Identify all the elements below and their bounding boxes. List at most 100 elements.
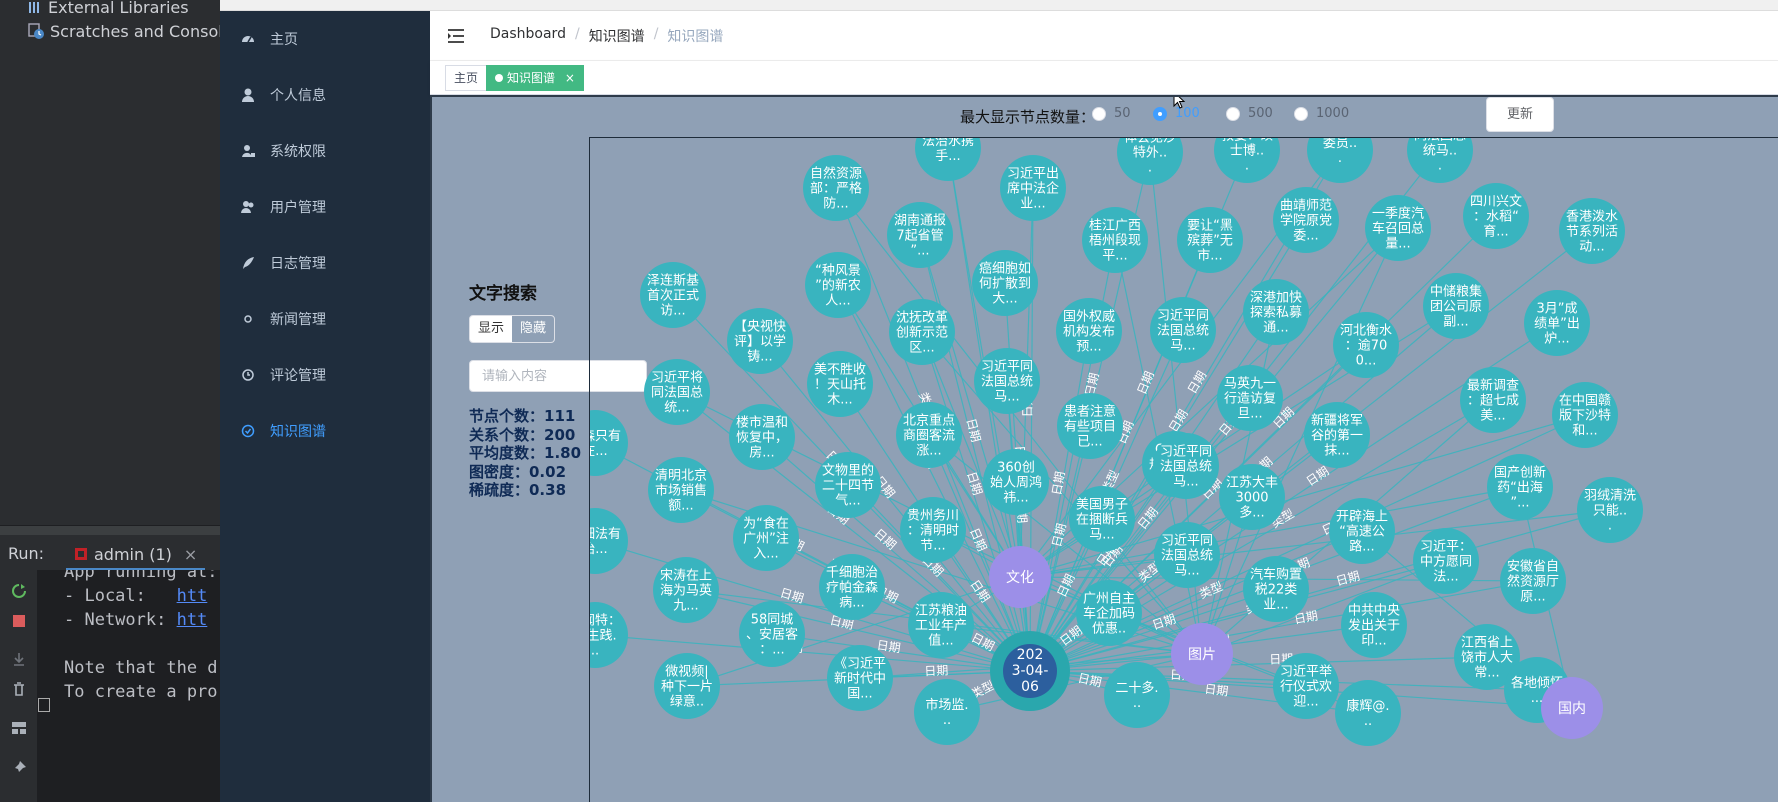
graph-node[interactable]: 习近平举行仪式欢迎... — [1273, 653, 1339, 719]
graph-node[interactable]: 习近平同法国总统马... — [1150, 297, 1216, 363]
hide-button[interactable]: 隐藏 — [512, 316, 555, 342]
graph-node[interactable]: 江苏大丰3000多... — [1219, 464, 1285, 530]
graph-node[interactable]: 文物里的二十四节气... — [815, 452, 881, 518]
graph-node[interactable]: 泽连斯基首次正式访... — [640, 262, 706, 328]
tag-home[interactable]: 主页 — [445, 65, 488, 91]
graph-node[interactable]: 江苏粮油工业年产值... — [908, 592, 974, 658]
center-date-node[interactable]: 2023-04-06 — [1003, 644, 1057, 698]
graph-node[interactable]: 沈抚改革创新示范区... — [889, 299, 955, 365]
graph-node[interactable]: 同法国总统马... — [1407, 138, 1473, 183]
graph-node[interactable]: 香港泼水节系列活动... — [1559, 198, 1625, 264]
graph-node[interactable]: 广州自主车企加码优惠.. — [1076, 580, 1142, 646]
graph-node[interactable]: 楼市温和恢复中，房... — [729, 404, 795, 470]
graph-node[interactable]: 习近平：中方愿同法... — [1413, 528, 1479, 594]
radio-500[interactable]: 500 — [1226, 106, 1273, 121]
knowledge-graph-canvas[interactable]: 日期日期日期日期日期类型日期日期日期日期日期类型日期日期日期日期日期类型日期日期… — [589, 137, 1778, 802]
graph-node[interactable]: 微视频|种下一片绿意.. — [654, 653, 720, 719]
graph-node[interactable]: 深港加快探索私募通... — [1243, 279, 1309, 345]
graph-node[interactable]: 习近平同法国总统马... — [974, 348, 1040, 414]
tree-item-external-libraries[interactable]: External Libraries — [28, 0, 189, 18]
graph-node[interactable]: 新疆将军谷的第一抹... — [1304, 402, 1370, 468]
graph-node[interactable]: 3月”成绩单”出炉... — [1524, 290, 1590, 356]
graph-node[interactable]: 国外权威机构发布预... — [1056, 298, 1122, 364]
graph-node[interactable]: 58同城、安居客：... — [739, 601, 805, 667]
graph-node[interactable]: 习近平将同法国总统... — [644, 359, 710, 425]
run-tab-admin[interactable]: admin (1) × — [66, 540, 206, 570]
graph-node[interactable]: 清明北京市场销售额... — [648, 457, 714, 523]
tag-knowledge-graph[interactable]: 知识图谱 × — [486, 65, 584, 91]
graph-node[interactable]: 最新调查：超七成美... — [1460, 367, 1526, 433]
graph-node[interactable]: 患者注意有些项目已... — [1057, 393, 1123, 459]
sidebar-item-news[interactable]: 新闻管理 — [220, 291, 430, 347]
graph-node[interactable]: 千细胞治疗帕金森病... — [819, 554, 885, 620]
sidebar-item-profile[interactable]: 个人信息 — [220, 67, 430, 123]
trash-icon[interactable] — [11, 681, 27, 697]
graph-node[interactable]: 体会见沙特外... — [1117, 138, 1183, 185]
layout-icon[interactable] — [11, 720, 27, 736]
graph-node[interactable]: 二十多... — [1104, 662, 1170, 728]
stop-icon[interactable] — [11, 613, 27, 629]
tree-item-scratches[interactable]: Scratches and Consoles — [28, 20, 241, 42]
graph-node[interactable]: 国产创新药“出海”... — [1487, 454, 1553, 520]
graph-node[interactable]: 中储粮集团公司原副... — [1423, 273, 1489, 339]
show-button[interactable]: 显示 — [470, 316, 512, 342]
graph-node[interactable]: 市场监... — [914, 679, 980, 745]
graph-node[interactable]: 美不胜收！天山托木... — [807, 351, 873, 417]
graph-node[interactable]: 《习近平新时代中国... — [827, 645, 893, 711]
graph-node[interactable]: 习近平出席中法企业... — [1000, 155, 1066, 221]
graph-node[interactable]: 马英九一行造访复旦... — [1217, 365, 1283, 431]
graph-node[interactable]: 法治水携手... — [915, 138, 981, 181]
graph-node[interactable]: 一季度汽车召回总量... — [1365, 195, 1431, 261]
radio-1000[interactable]: 1000 — [1294, 106, 1349, 121]
hamburger-icon[interactable] — [447, 28, 465, 44]
graph-node[interactable]: 湖南通报7起省管”... — [887, 202, 953, 268]
graph-node[interactable]: 360创始人周鸿祎... — [983, 449, 1049, 515]
graph-node[interactable]: 习近平同法国总统马... — [1154, 522, 1220, 588]
graph-node[interactable]: 在中国赣版下沙特和... — [1552, 382, 1618, 448]
graph-node[interactable]: 委员... — [1307, 138, 1373, 183]
graph-node[interactable]: 新闻特：用生践... — [590, 602, 628, 668]
tag-close-icon[interactable]: × — [565, 71, 575, 85]
graph-node[interactable]: 型细法有治... — [590, 508, 628, 574]
graph-node[interactable]: 【央视快评】以学铸... — [727, 308, 793, 374]
graph-node[interactable]: 桂江广西梧州段现平... — [1082, 207, 1148, 273]
graph-node[interactable]: 河北衡水：逾700... — [1333, 312, 1399, 378]
breadcrumb-dashboard[interactable]: Dashboard — [490, 26, 566, 46]
scroll-to-end-icon[interactable] — [11, 651, 27, 667]
graph-hub-node[interactable]: 图片 — [1171, 623, 1233, 685]
graph-node[interactable]: 宋涛在上海为马英九... — [653, 557, 719, 623]
sidebar-item-users[interactable]: 用户管理 — [220, 179, 430, 235]
update-button[interactable]: 更新 — [1486, 97, 1554, 132]
sidebar-item-home[interactable]: 主页 — [220, 11, 430, 67]
graph-node[interactable]: 开辟海上“高速公路... — [1329, 498, 1395, 564]
panel-divider[interactable] — [0, 525, 220, 535]
rerun-icon[interactable] — [11, 583, 27, 599]
graph-node[interactable]: 为“食在广州”注入... — [733, 505, 799, 571]
sidebar-item-comments[interactable]: 评论管理 — [220, 347, 430, 403]
graph-node[interactable]: 贵州务川：清明时节... — [900, 497, 966, 563]
pin-icon[interactable] — [11, 760, 27, 776]
graph-node[interactable]: “种风景”的新农人... — [805, 252, 871, 318]
graph-node[interactable]: 汽车购置税22类业... — [1243, 556, 1309, 622]
graph-node[interactable]: 康辉@... — [1335, 680, 1401, 746]
radio-50[interactable]: 50 — [1092, 106, 1131, 121]
graph-hub-node[interactable]: 国内 — [1541, 677, 1603, 739]
console-output[interactable]: App running at: - Local: htt - Network: … — [38, 570, 220, 802]
graph-svg[interactable]: 日期日期日期日期日期类型日期日期日期日期日期类型日期日期日期日期日期类型日期日期… — [590, 138, 1778, 802]
graph-node[interactable]: 曲靖师范学院原党委... — [1273, 187, 1339, 253]
graph-node[interactable]: 北京重点商圈客流涨... — [896, 402, 962, 468]
graph-node[interactable]: 金森只有在... — [590, 410, 628, 476]
graph-node[interactable]: 四川兴文：水稻“育... — [1463, 183, 1529, 249]
graph-node[interactable]: 习近平同法国总统马... — [1153, 433, 1219, 499]
graph-node[interactable]: 美国男子在捆断兵马... — [1069, 486, 1135, 552]
graph-node[interactable]: 羽绒清洗只能... — [1577, 477, 1643, 543]
graph-node[interactable]: 要让“黑殡葬”无市... — [1177, 207, 1243, 273]
graph-node[interactable]: 癌细胞如何扩散到大... — [972, 250, 1038, 316]
graph-node[interactable]: 教委：硕士博... — [1214, 138, 1280, 183]
sidebar-item-permissions[interactable]: 系统权限 — [220, 123, 430, 179]
sidebar-item-logs[interactable]: 日志管理 — [220, 235, 430, 291]
graph-hub-node[interactable]: 文化 — [989, 546, 1051, 608]
graph-node[interactable]: 中共中央发出关于印... — [1341, 592, 1407, 658]
graph-node[interactable]: 自然资源部：严格防... — [803, 155, 869, 221]
graph-node[interactable]: 安徽省自然资源厅原... — [1500, 548, 1566, 614]
